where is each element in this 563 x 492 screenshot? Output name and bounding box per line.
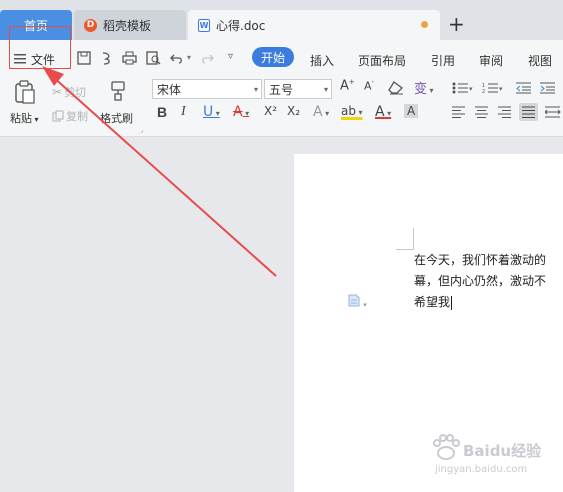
watermark-brand: Baidu经验 (463, 442, 542, 460)
strikethrough-button[interactable]: A ▾ (233, 104, 249, 120)
cut-button[interactable]: ✂ 剪切 (52, 84, 86, 100)
margin-corner-mark (396, 228, 414, 250)
tab-view[interactable]: 视图 (528, 52, 552, 69)
font-color-button[interactable]: A ▾ (375, 104, 391, 120)
tab-review[interactable]: 审阅 (479, 52, 503, 69)
clear-format-icon[interactable] (388, 80, 404, 98)
svg-text:▾: ▾ (469, 85, 473, 93)
grow-font-button[interactable]: A+ (340, 78, 355, 93)
char-shading-button[interactable]: A (404, 104, 419, 118)
docer-logo-icon: D (84, 18, 97, 32)
save-icon[interactable] (76, 50, 92, 66)
tab-template-label: 稻壳模板 (103, 18, 152, 33)
text-line: 幕，但内心仍然，激动不 (414, 274, 547, 288)
highlight-button[interactable]: ab ▾ (341, 104, 363, 118)
svg-text:2: 2 (482, 89, 485, 94)
annotation-highlight-box (9, 26, 71, 69)
customize-toolbar-icon[interactable]: ▿ (228, 51, 233, 62)
document-body[interactable]: 在今天，我们怀着激动的 幕，但内心仍然，激动不 希望我 (414, 250, 563, 313)
tab-template[interactable]: D 稻壳模板 (74, 10, 186, 40)
undo-dropdown-icon[interactable]: ▾ (187, 53, 191, 62)
tab-insert[interactable]: 插入 (310, 52, 334, 69)
align-left-icon[interactable] (452, 106, 466, 121)
numbered-list-icon[interactable]: 1 2 ▾ (482, 82, 504, 97)
unsaved-dot-icon (421, 21, 428, 28)
tab-document[interactable]: W 心得.doc (188, 10, 440, 40)
tab-references[interactable]: 引用 (431, 52, 455, 69)
bullet-list-icon[interactable]: ▾ (452, 82, 474, 97)
decrease-indent-icon[interactable] (516, 82, 532, 97)
phonetic-guide-button[interactable]: 变 ▾ (414, 78, 434, 97)
baidu-watermark: Baidu经验 jingyan.baidu.com (425, 432, 555, 482)
word-doc-icon: W (198, 18, 210, 32)
tab-document-label: 心得.doc (216, 18, 266, 33)
chevron-down-icon: ▾ (253, 84, 258, 94)
copy-icon (52, 110, 64, 122)
export-pdf-icon[interactable] (99, 50, 115, 66)
text-line: 在今天，我们怀着激动的 (414, 253, 547, 267)
bold-button[interactable]: B (157, 104, 167, 120)
shrink-font-button[interactable]: A- (364, 78, 374, 93)
text-line: 希望我 (414, 295, 453, 310)
paw-logo-icon (433, 434, 460, 460)
watermark-url: jingyan.baidu.com (435, 464, 528, 475)
redo-icon (199, 50, 215, 66)
format-painter-icon[interactable] (108, 80, 128, 105)
align-right-icon[interactable] (498, 106, 512, 121)
increase-indent-icon[interactable] (540, 82, 556, 97)
text-effect-button[interactable]: A ▾ (313, 104, 329, 120)
tab-page-layout[interactable]: 页面布局 (358, 52, 406, 69)
format-painter-button[interactable]: 格式刷 (100, 110, 133, 126)
paragraph-layout-icon[interactable]: ▾ (348, 294, 367, 310)
align-justify-icon (522, 106, 535, 118)
scissors-icon: ✂ (52, 85, 63, 99)
font-size-select[interactable]: 五号 ▾ (264, 79, 332, 99)
subscript-button[interactable]: X₂ (287, 104, 300, 118)
justify-button[interactable] (519, 103, 538, 121)
superscript-button[interactable]: X² (264, 104, 277, 118)
font-name-select[interactable]: 宋体 ▾ (152, 79, 262, 99)
print-icon[interactable] (121, 50, 137, 66)
clipboard-expand-icon[interactable]: ⌟ (140, 126, 143, 134)
new-tab-button[interactable]: + (448, 12, 465, 36)
underline-button[interactable]: U ▾ (203, 104, 220, 120)
text-cursor (451, 295, 453, 310)
paste-button[interactable]: 粘贴 ▾ (10, 110, 39, 126)
chevron-down-icon: ▾ (323, 84, 328, 94)
print-preview-icon[interactable] (145, 50, 161, 66)
tab-start[interactable]: 开始 (252, 47, 294, 67)
distributed-align-icon[interactable] (544, 106, 561, 121)
italic-button[interactable]: I (181, 104, 186, 120)
svg-text:▾: ▾ (499, 85, 503, 93)
undo-icon[interactable] (169, 50, 185, 66)
align-center-icon[interactable] (475, 106, 489, 121)
copy-button[interactable]: 复制 (52, 108, 88, 124)
paste-icon[interactable] (14, 80, 36, 107)
